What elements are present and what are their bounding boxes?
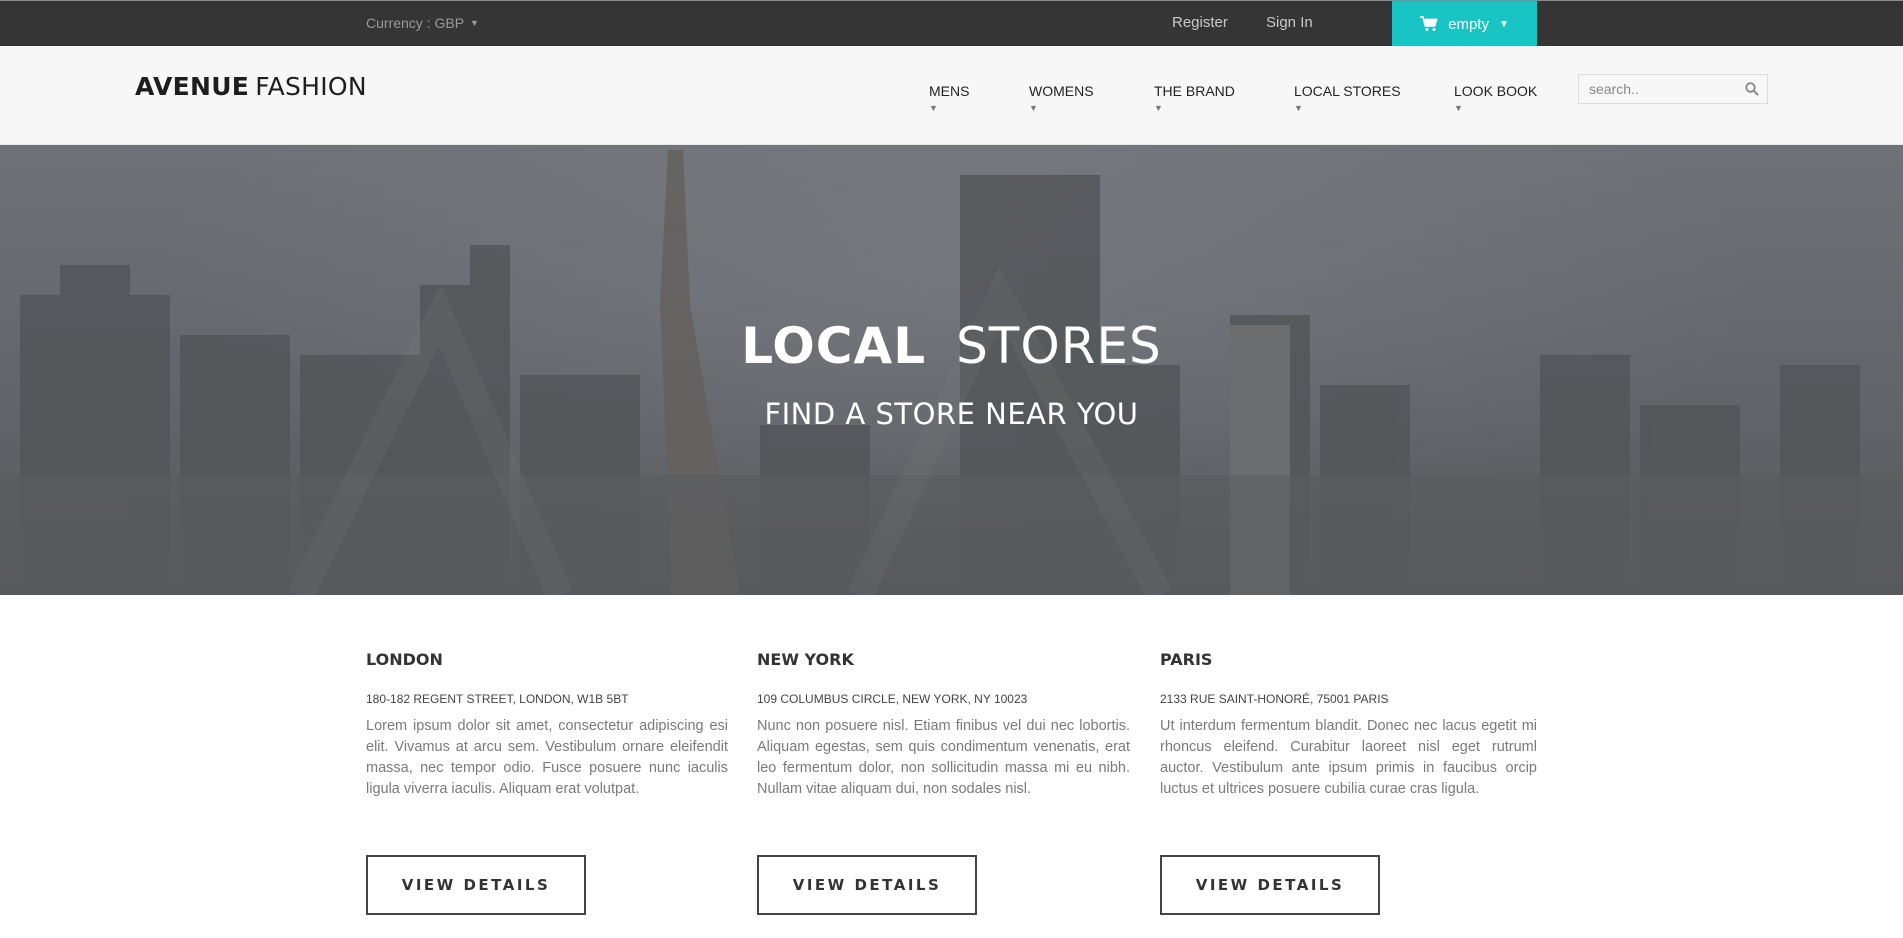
store-card-paris: PARIS 2133 RUE SAINT-HONORÉ, 75001 PARIS… <box>1160 650 1537 800</box>
store-city: PARIS <box>1160 650 1213 669</box>
nav-label: THE BRAND <box>1154 83 1235 99</box>
store-description: Ut interdum fermentum blandit. Donec nec… <box>1160 718 1537 797</box>
view-details-button-london[interactable]: VIEW DETAILS <box>366 855 586 915</box>
chevron-down-icon: ▼ <box>1154 103 1163 113</box>
store-address: 109 COLUMBUS CIRCLE, NEW YORK, NY 10023 <box>757 692 1028 706</box>
store-city: NEW YORK <box>757 650 854 669</box>
hero-title: LOCAL STORES <box>0 317 1903 375</box>
view-details-button-paris[interactable]: VIEW DETAILS <box>1160 855 1380 915</box>
nav-label: LOCAL STORES <box>1294 83 1401 99</box>
nav-item-womens[interactable]: WOMENS ▼ <box>1029 83 1094 113</box>
logo-bold: AVENUE <box>135 72 250 101</box>
store-address: 180-182 REGENT STREET, LONDON, W1B 5BT <box>366 692 629 706</box>
nav-item-mens[interactable]: MENS ▼ <box>929 83 970 113</box>
nav-item-look-book[interactable]: LOOK BOOK ▼ <box>1454 83 1538 113</box>
search-input[interactable] <box>1579 75 1739 103</box>
store-card-london: LONDON 180-182 REGENT STREET, LONDON, W1… <box>366 650 728 800</box>
cart-label: empty <box>1448 15 1489 33</box>
chevron-down-icon: ▼ <box>470 18 479 28</box>
top-bar: Currency : GBP ▼ Register Sign In empty … <box>0 0 1903 47</box>
hero-title-bold: LOCAL <box>741 317 927 375</box>
chevron-down-icon: ▼ <box>1498 18 1509 30</box>
logo-light: FASHION <box>255 72 367 101</box>
chevron-down-icon: ▼ <box>1294 103 1303 113</box>
site-logo[interactable]: AVENUE FASHION <box>135 72 367 101</box>
hero-title-light: STORES <box>956 317 1162 375</box>
store-description: Lorem ipsum dolor sit amet, consectetur … <box>366 718 728 797</box>
nav-label: WOMENS <box>1029 83 1094 99</box>
currency-label: Currency : GBP <box>366 15 465 31</box>
search-icon[interactable] <box>1745 82 1759 101</box>
nav-item-the-brand[interactable]: THE BRAND ▼ <box>1154 83 1235 113</box>
view-details-button-new-york[interactable]: VIEW DETAILS <box>757 855 977 915</box>
nav-label: MENS <box>929 83 970 99</box>
store-card-new-york: NEW YORK 109 COLUMBUS CIRCLE, NEW YORK, … <box>757 650 1130 800</box>
chevron-down-icon: ▼ <box>1029 103 1038 113</box>
search-box <box>1578 74 1768 104</box>
site-header: AVENUE FASHION MENS ▼ WOMENS ▼ THE BRAND … <box>0 46 1903 145</box>
cart-icon <box>1420 16 1438 32</box>
cart-button[interactable]: empty ▼ <box>1392 1 1537 47</box>
chevron-down-icon: ▼ <box>929 103 938 113</box>
store-description: Nunc non posuere nisl. Etiam finibus vel… <box>757 718 1130 797</box>
store-city: LONDON <box>366 650 443 669</box>
hero-subtitle: FIND A STORE NEAR YOU <box>764 397 1139 431</box>
store-address: 2133 RUE SAINT-HONORÉ, 75001 PARIS <box>1160 692 1389 706</box>
nav-item-local-stores[interactable]: LOCAL STORES ▼ <box>1294 83 1401 113</box>
nav-label: LOOK BOOK <box>1454 83 1538 99</box>
sign-in-link[interactable]: Sign In <box>1266 14 1313 31</box>
hero-banner: LOCAL STORES FIND A STORE NEAR YOU <box>0 145 1903 595</box>
currency-selector[interactable]: Currency : GBP ▼ <box>366 15 479 31</box>
register-link[interactable]: Register <box>1172 14 1228 31</box>
chevron-down-icon: ▼ <box>1454 103 1463 113</box>
